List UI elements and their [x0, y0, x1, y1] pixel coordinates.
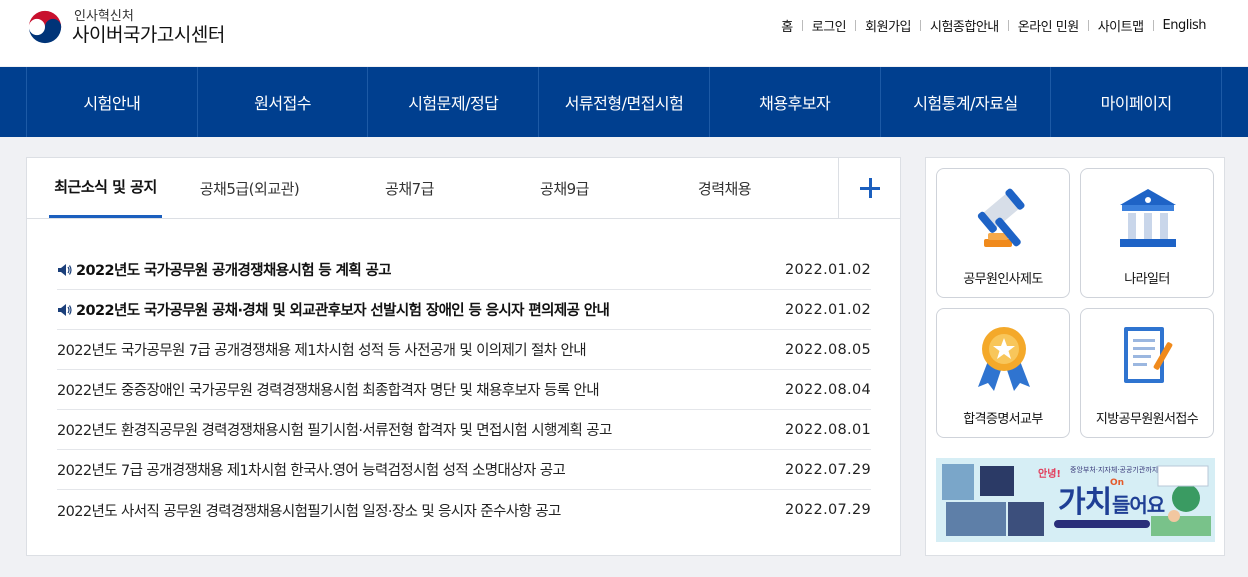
util-login-link[interactable]: 로그인	[803, 16, 855, 35]
government-building-icon	[1120, 189, 1176, 247]
nav-statistics[interactable]: 시험통계/자료실	[879, 67, 1051, 137]
nav-mypage[interactable]: 마이페이지	[1050, 67, 1223, 137]
list-item[interactable]: 2022년도 환경직공무원 경력경쟁채용시험 필기시험·서류전형 합격자 및 면…	[57, 410, 871, 450]
site-logo[interactable]: 인사혁신처 사이버국가고시센터	[26, 8, 225, 46]
util-online-civil-link[interactable]: 온라인 민원	[1009, 16, 1088, 35]
notice-title: 2022년도 7급 공개경쟁채용 제1차시험 한국사.영어 능력검정시험 성적 …	[57, 463, 566, 479]
list-item[interactable]: 2022년도 7급 공개경쟁채용 제1차시험 한국사.영어 능력검정시험 성적 …	[57, 450, 871, 490]
list-item[interactable]: 2022년도 국가공무원 공개경쟁채용시험 등 계획 공고 2022.01.02	[57, 250, 871, 290]
notice-title: 2022년도 환경직공무원 경력경쟁채용시험 필기시험·서류전형 합격자 및 면…	[57, 423, 612, 439]
quick-local-application-button[interactable]: 지방공무원원서접수	[1080, 308, 1214, 438]
notice-date: 2022.01.02	[784, 261, 871, 278]
logo-title: 사이버국가고시센터	[72, 23, 225, 46]
banner-on-text: On	[1110, 478, 1125, 488]
quick-civil-service-system-button[interactable]: 공무원인사제도	[936, 168, 1070, 298]
banner-title: 가치	[1058, 485, 1112, 520]
quick-menu-panel: 공무원인사제도 나라일터 합격증명서교부 지방공무원원서접수 안녕! 중앙부처·…	[925, 157, 1225, 556]
util-signup-link[interactable]: 회원가입	[856, 16, 920, 35]
award-badge-icon	[978, 327, 1030, 391]
list-item[interactable]: 2022년도 국가공무원 공채·경채 및 외교관후보자 선발시험 장애인 등 응…	[57, 290, 871, 330]
quick-label: 지방공무원원서접수	[1095, 412, 1199, 427]
tab-recent-news[interactable]: 최근소식 및 공지	[49, 158, 162, 218]
util-english-link[interactable]: English	[1154, 18, 1215, 33]
main-nav: 시험안내 원서접수 시험문제/정답 서류전형/면접시험 채용후보자 시험통계/자…	[0, 67, 1248, 137]
util-home-link[interactable]: 홈	[772, 16, 801, 35]
speaker-icon	[58, 263, 72, 276]
tab-grade5-diplomat[interactable]: 공채5급(외교관)	[162, 158, 337, 218]
notice-title: 2022년도 국가공무원 7급 공개경쟁채용 제1차시험 성적 등 사전공개 및…	[57, 343, 587, 359]
nav-application[interactable]: 원서접수	[196, 67, 368, 137]
tab-grade9[interactable]: 공채9급	[482, 158, 647, 218]
site-header: 인사혁신처 사이버국가고시센터 홈 로그인 회원가입 시험종합안내 온라인 민원…	[0, 0, 1248, 66]
quick-label: 합격증명서교부	[963, 412, 1043, 427]
notice-date: 2022.07.29	[784, 502, 871, 518]
banner-subtitle: 들어요	[1112, 493, 1165, 517]
quick-label: 나라일터	[1124, 272, 1170, 287]
list-item[interactable]: 2022년도 중증장애인 국가공무원 경력경쟁채용시험 최종합격자 명단 및 채…	[57, 370, 871, 410]
banner-strip	[1054, 520, 1150, 528]
banner-top-text: 중앙부처·지자체·공공기관까지	[1070, 466, 1159, 474]
nav-exam-info[interactable]: 시험안내	[26, 67, 197, 137]
notice-date: 2022.08.05	[784, 341, 871, 358]
gavel-icon	[977, 188, 1025, 247]
promo-banner[interactable]: 안녕! 중앙부처·지자체·공공기관까지 가치 On 들어요	[936, 458, 1215, 542]
util-sitemap-link[interactable]: 사이트맵	[1089, 16, 1153, 35]
notice-date: 2022.08.04	[784, 381, 871, 398]
speaker-icon	[58, 303, 72, 316]
utility-nav: 홈 로그인 회원가입 시험종합안내 온라인 민원 사이트맵 English	[772, 16, 1215, 35]
list-item[interactable]: 2022년도 사서직 공무원 경력경쟁채용시험필기시험 일정·장소 및 응시자 …	[57, 490, 871, 530]
notice-date: 2022.01.02	[784, 301, 871, 318]
quick-label: 공무원인사제도	[963, 272, 1043, 287]
notice-title: 2022년도 국가공무원 공채·경채 및 외교관후보자 선발시험 장애인 등 응…	[76, 303, 610, 319]
notice-title: 2022년도 국가공무원 공개경쟁채용시험 등 계획 공고	[76, 263, 391, 279]
plus-icon	[859, 178, 880, 198]
taegeuk-emblem-icon	[26, 8, 64, 46]
document-pen-icon	[1124, 327, 1173, 383]
notice-date: 2022.07.29	[784, 461, 871, 478]
more-button[interactable]	[838, 158, 900, 218]
tab-career[interactable]: 경력채용	[647, 158, 802, 218]
nav-document-interview[interactable]: 서류전형/면접시험	[538, 67, 709, 137]
notice-list: 2022년도 국가공무원 공개경쟁채용시험 등 계획 공고 2022.01.02…	[57, 250, 871, 530]
notice-title: 2022년도 사서직 공무원 경력경쟁채용시험필기시험 일정·장소 및 응시자 …	[57, 503, 561, 520]
notice-date: 2022.08.01	[784, 421, 871, 438]
util-exam-guide-link[interactable]: 시험종합안내	[921, 16, 1008, 35]
notice-tabs: 최근소식 및 공지 공채5급(외교관) 공채7급 공채9급 경력채용	[27, 158, 900, 219]
quick-narailter-button[interactable]: 나라일터	[1080, 168, 1214, 298]
notice-panel: 최근소식 및 공지 공채5급(외교관) 공채7급 공채9급 경력채용 2022년…	[26, 157, 901, 556]
tab-grade7[interactable]: 공채7급	[337, 158, 482, 218]
list-item[interactable]: 2022년도 국가공무원 7급 공개경쟁채용 제1차시험 성적 등 사전공개 및…	[57, 330, 871, 370]
nav-candidates[interactable]: 채용후보자	[708, 67, 880, 137]
quick-pass-certificate-button[interactable]: 합격증명서교부	[936, 308, 1070, 438]
notice-title: 2022년도 중증장애인 국가공무원 경력경쟁채용시험 최종합격자 명단 및 채…	[57, 383, 599, 399]
nav-exam-questions[interactable]: 시험문제/정답	[367, 67, 538, 137]
logo-subtitle: 인사혁신처	[74, 8, 134, 24]
